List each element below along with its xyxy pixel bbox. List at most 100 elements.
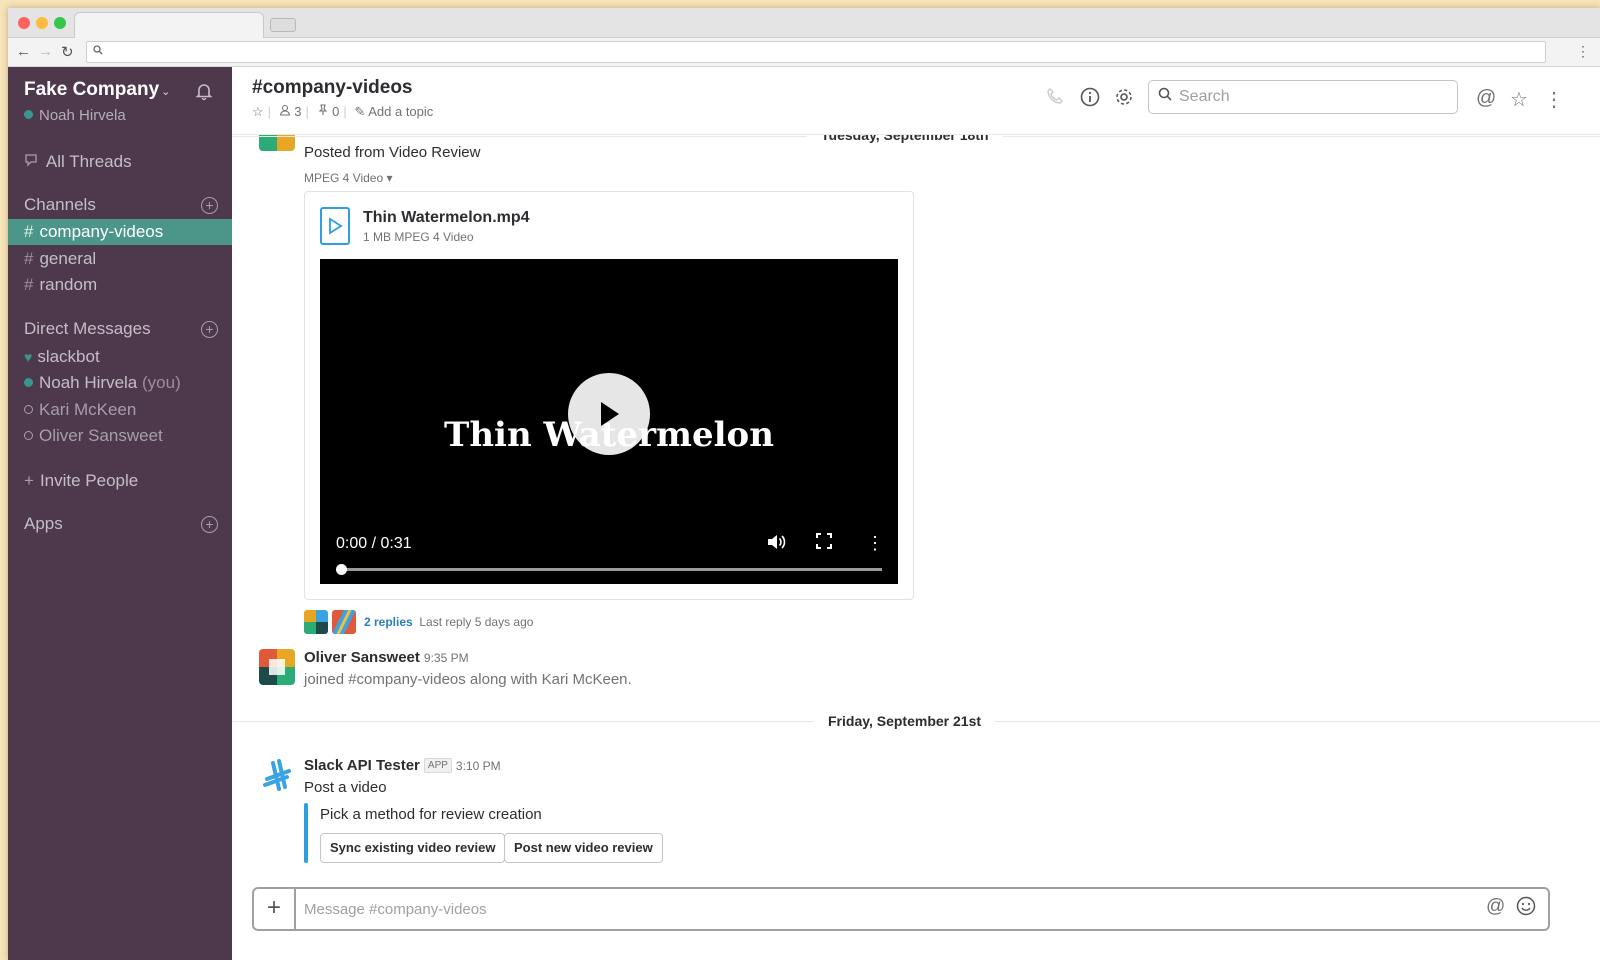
search-icon xyxy=(93,45,103,58)
sidebar-item-general[interactable]: # general xyxy=(8,246,232,272)
replies-link[interactable]: 2 replies xyxy=(364,615,413,629)
slack-api-tester-avatar[interactable] xyxy=(259,757,295,793)
hash-icon: # xyxy=(24,249,34,268)
message-text: Posted from Video Review xyxy=(304,144,481,161)
new-tab-button[interactable] xyxy=(270,18,296,32)
address-bar[interactable] xyxy=(86,41,1546,63)
sidebar-item-noah-hirvela[interactable]: Noah Hirvela (you) xyxy=(8,370,232,396)
app-badge: APP xyxy=(423,758,452,773)
message-composer: + @ xyxy=(252,887,1550,931)
browser-menu-icon[interactable]: ⋮ xyxy=(1576,43,1590,60)
message-header: Oliver Sansweet 9:35 PM xyxy=(304,649,469,666)
presence-away-icon xyxy=(24,405,33,414)
message-input[interactable] xyxy=(304,898,1464,920)
gear-icon[interactable] xyxy=(1114,87,1134,113)
hash-icon: # xyxy=(24,275,34,294)
thread-summary[interactable]: 2 replies Last reply 5 days ago xyxy=(364,615,533,629)
back-arrow-icon[interactable]: ← xyxy=(16,43,31,60)
video-progress-bar[interactable] xyxy=(336,564,882,575)
file-name[interactable]: Thin Watermelon.mp4 xyxy=(363,209,530,227)
emoji-icon[interactable] xyxy=(1516,896,1536,922)
pencil-icon: ✎ xyxy=(354,104,366,119)
close-window-button[interactable] xyxy=(18,17,30,29)
star-icon[interactable]: ☆ xyxy=(252,104,264,119)
channel-view: #company-videos ☆ | 3 | 0 | ✎ Add a topic xyxy=(232,67,1600,960)
message-text: Post a video xyxy=(304,779,387,796)
channel-meta: ☆ | 3 | 0 | ✎ Add a topic xyxy=(252,104,434,119)
channel-header: #company-videos ☆ | 3 | 0 | ✎ Add a topic xyxy=(232,67,1600,135)
current-user[interactable]: Noah Hirvela xyxy=(24,107,126,124)
apps-header[interactable]: Apps xyxy=(24,514,63,534)
heart-icon: ♥ xyxy=(24,349,33,365)
info-icon[interactable] xyxy=(1080,87,1100,113)
bell-icon[interactable] xyxy=(194,81,214,106)
file-type-dropdown[interactable]: MPEG 4 Video ▾ xyxy=(304,171,393,185)
file-meta: 1 MB MPEG 4 Video xyxy=(363,230,474,244)
avatar[interactable] xyxy=(304,610,328,634)
team-menu[interactable]: Fake Company ⌄ xyxy=(24,79,170,101)
direct-messages-header[interactable]: Direct Messages xyxy=(24,319,151,339)
sidebar-item-kari-mckeen[interactable]: Kari McKeen xyxy=(8,397,232,423)
starred-items-icon[interactable]: ☆ xyxy=(1510,87,1528,112)
sidebar-item-oliver-sansweet[interactable]: Oliver Sansweet xyxy=(8,423,232,449)
hash-icon: # xyxy=(24,222,34,241)
browser-tab[interactable] xyxy=(74,12,264,39)
mentions-icon[interactable]: @ xyxy=(1476,87,1496,110)
plus-icon: + xyxy=(24,471,34,490)
add-app-icon[interactable]: + xyxy=(201,516,218,533)
presence-active-icon xyxy=(24,378,33,387)
maximize-window-button[interactable] xyxy=(54,17,66,29)
more-menu-icon[interactable]: ⋮ xyxy=(1544,87,1564,112)
browser-tab-strip xyxy=(8,8,1600,39)
sidebar-item-company-videos[interactable]: # company-videos xyxy=(8,219,232,245)
add-topic-link[interactable]: Add a topic xyxy=(368,104,433,119)
members-icon[interactable] xyxy=(279,104,295,119)
sidebar-item-random[interactable]: # random xyxy=(8,272,232,298)
search-input[interactable]: Search xyxy=(1148,80,1458,114)
invite-people-link[interactable]: + Invite People xyxy=(8,468,232,494)
channel-title[interactable]: #company-videos xyxy=(252,77,413,99)
pin-icon[interactable] xyxy=(317,104,333,119)
sync-existing-review-button[interactable]: Sync existing video review xyxy=(320,833,506,863)
play-icon[interactable] xyxy=(568,373,650,455)
attachment-title: Pick a method for review creation xyxy=(320,806,542,823)
member-count[interactable]: 3 xyxy=(294,104,301,119)
day-label: Friday, September 21st xyxy=(814,713,996,729)
avatar[interactable] xyxy=(259,649,295,685)
fullscreen-icon[interactable] xyxy=(816,533,832,554)
add-dm-icon[interactable]: + xyxy=(201,321,218,338)
attach-plus-button[interactable]: + xyxy=(254,889,296,929)
video-player[interactable]: Thin Watermelon 0:00 / 0:31 ⋮ xyxy=(320,259,898,584)
message-time[interactable]: 3:10 PM xyxy=(456,759,501,773)
author-name[interactable]: Slack API Tester xyxy=(304,757,420,774)
sidebar-item-slackbot[interactable]: ♥ slackbot xyxy=(8,344,232,370)
phone-icon[interactable] xyxy=(1046,87,1064,110)
author-name[interactable]: Oliver Sansweet xyxy=(304,649,420,666)
volume-icon[interactable] xyxy=(766,533,786,556)
threads-icon xyxy=(24,154,42,170)
forward-arrow-icon[interactable]: → xyxy=(38,43,53,60)
avatar[interactable] xyxy=(332,610,356,634)
pin-count[interactable]: 0 xyxy=(332,104,339,119)
reload-icon[interactable]: ↻ xyxy=(61,43,74,61)
minimize-window-button[interactable] xyxy=(36,17,48,29)
channels-header[interactable]: Channels xyxy=(24,195,96,215)
video-progress-knob[interactable] xyxy=(336,564,347,575)
mention-icon[interactable]: @ xyxy=(1486,896,1505,918)
search-icon xyxy=(1158,81,1172,113)
video-file-icon xyxy=(320,207,350,245)
sidebar-item-all-threads[interactable]: All Threads xyxy=(8,149,232,175)
presence-active-icon xyxy=(24,110,33,119)
join-message: joined #company-videos along with Kari M… xyxy=(304,671,632,688)
browser-toolbar: ← → ↻ ⋮ xyxy=(8,38,1600,67)
post-new-review-button[interactable]: Post new video review xyxy=(504,833,663,863)
attachment-bar xyxy=(304,803,308,863)
file-attachment[interactable]: Thin Watermelon.mp4 1 MB MPEG 4 Video Th… xyxy=(304,191,914,600)
add-channel-icon[interactable]: + xyxy=(201,197,218,214)
sidebar: Fake Company ⌄ Noah Hirvela All Threads C… xyxy=(8,67,232,960)
presence-away-icon xyxy=(24,431,33,440)
message-time[interactable]: 9:35 PM xyxy=(424,651,469,665)
video-more-icon[interactable]: ⋮ xyxy=(866,533,884,554)
message-header: Slack API Tester APP 3:10 PM xyxy=(304,757,501,774)
browser-window: ← → ↻ ⋮ Fake Company ⌄ Noah Hirvela All T… xyxy=(8,8,1600,960)
